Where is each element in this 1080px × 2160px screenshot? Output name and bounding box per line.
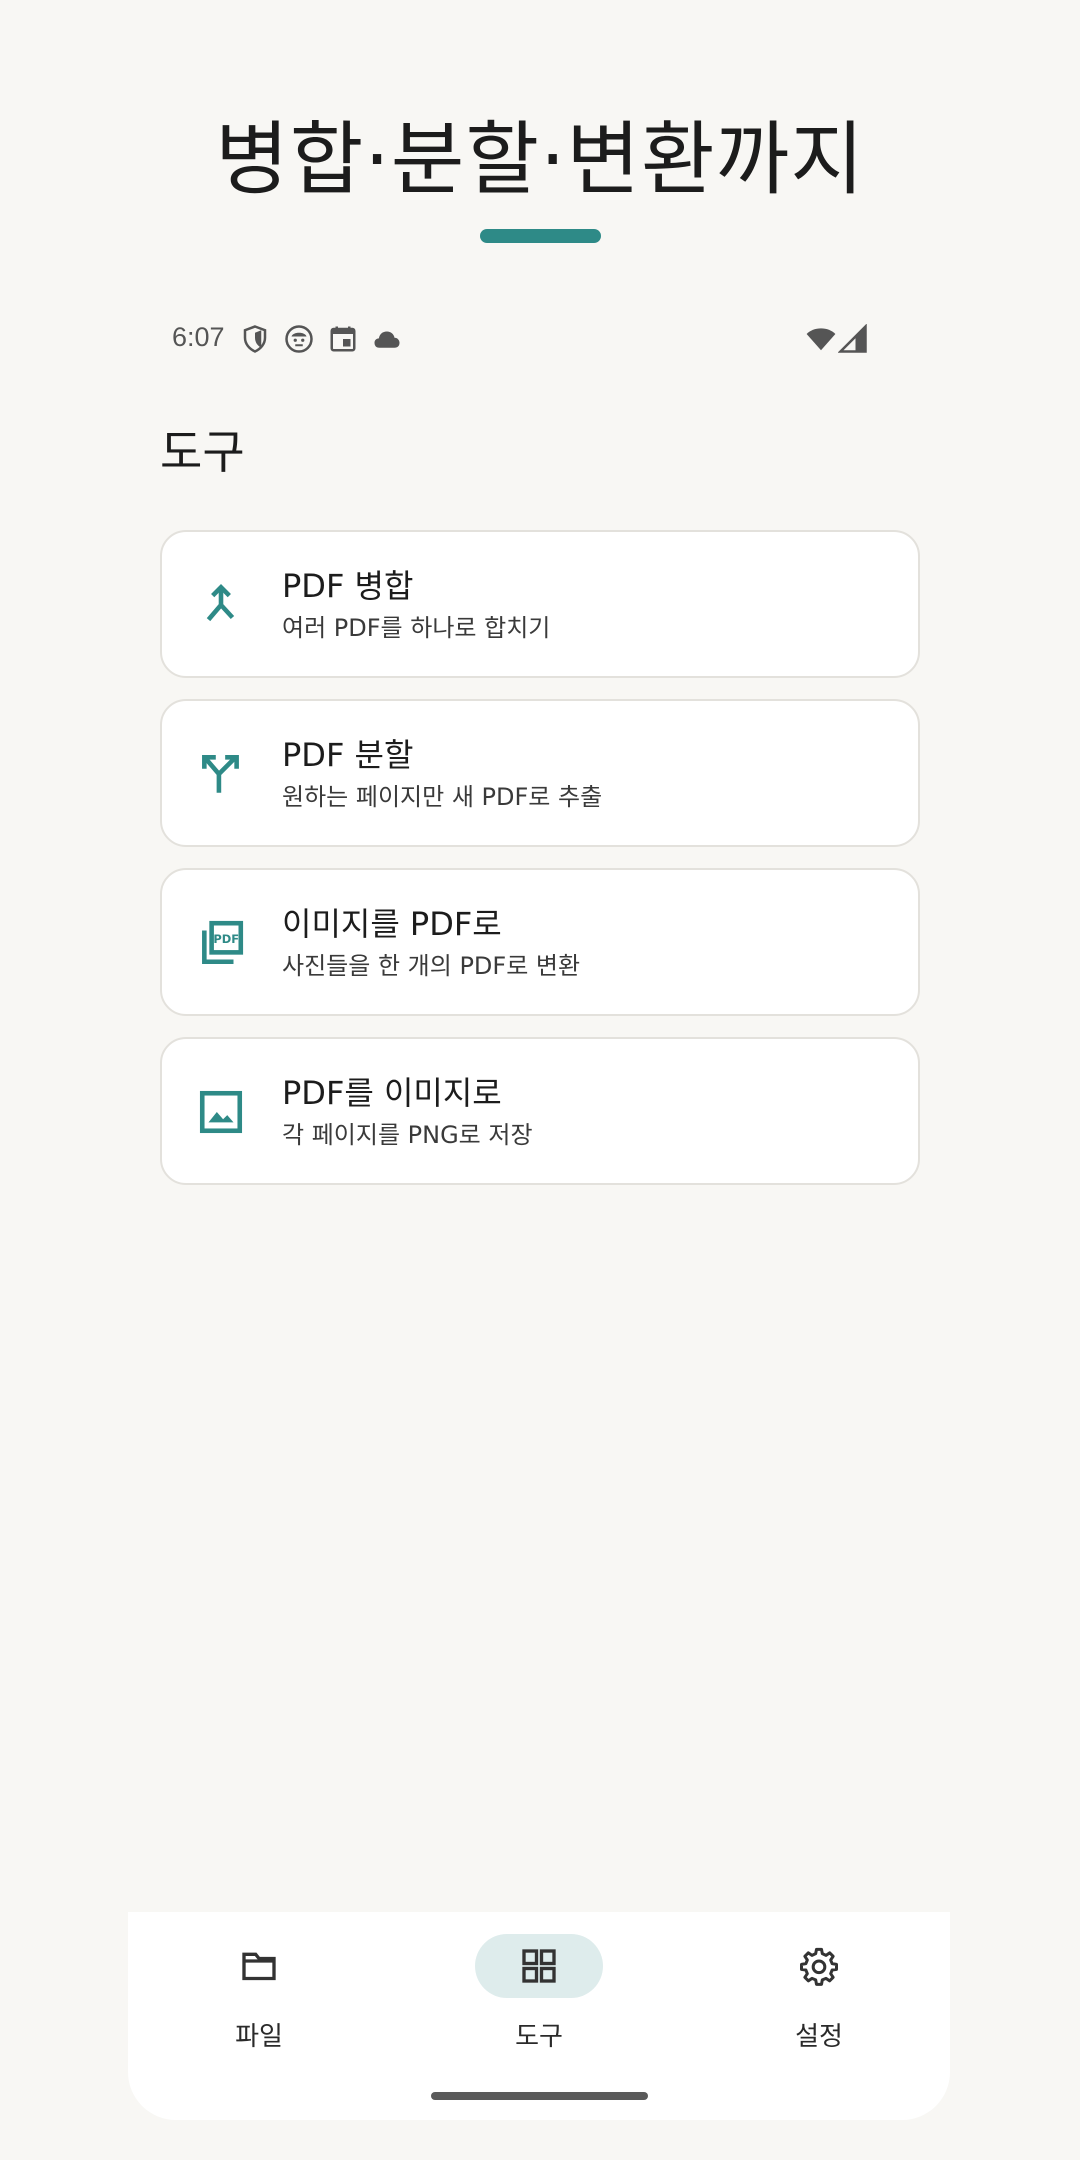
tool-list: PDF 병합 여러 PDF를 하나로 합치기 PDF 분할 원하는 페이지만 새… (160, 530, 920, 1206)
tool-card-pdf-to-image[interactable]: PDF를 이미지로 각 페이지를 PNG로 저장 (160, 1037, 920, 1185)
status-time: 6:07 (172, 322, 225, 352)
wifi-icon (806, 324, 836, 354)
section-title: 도구 (160, 425, 245, 479)
tool-subtitle: 각 페이지를 PNG로 저장 (282, 1121, 533, 1149)
tool-subtitle: 여러 PDF를 하나로 합치기 (282, 614, 551, 642)
calendar-icon (328, 324, 358, 354)
nav-item-settings[interactable]: 설정 (739, 1934, 899, 2054)
tool-card-split[interactable]: PDF 분할 원하는 페이지만 새 PDF로 추출 (160, 699, 920, 847)
image-icon (196, 1087, 246, 1137)
tool-subtitle: 원하는 페이지만 새 PDF로 추출 (282, 783, 603, 811)
bottom-navigation: 파일 도구 설정 (128, 1912, 950, 2120)
face-icon (284, 324, 314, 354)
tool-card-image-to-pdf[interactable]: PDF 이미지를 PDF로 사진들을 한 개의 PDF로 변환 (160, 868, 920, 1016)
nav-label: 파일 (235, 2022, 283, 2052)
nav-label: 도구 (515, 2022, 563, 2052)
tool-title: 이미지를 PDF로 (282, 905, 502, 943)
nav-icon-container (475, 1934, 603, 1998)
banner-title: 병합·분할·변환까지 (215, 113, 865, 206)
image-to-pdf-icon: PDF (196, 918, 246, 968)
folder-icon (242, 1952, 276, 1981)
nav-item-tools[interactable]: 도구 (459, 1934, 619, 2054)
tool-title: PDF를 이미지로 (282, 1074, 502, 1112)
tool-title: PDF 병합 (282, 567, 414, 605)
nav-item-files[interactable]: 파일 (179, 1934, 339, 2054)
shield-icon (240, 324, 270, 354)
gear-icon (800, 1947, 838, 1986)
split-icon (196, 749, 246, 799)
tool-subtitle: 사진들을 한 개의 PDF로 변환 (282, 952, 581, 980)
screen: 병합·분할·변환까지 6:07 도구 PDF 병합 여러 PDF를 하나로 합치… (0, 0, 1080, 2160)
merge-icon (196, 580, 246, 630)
home-indicator[interactable] (431, 2092, 648, 2100)
svg-text:PDF: PDF (213, 932, 239, 946)
nav-icon-container (755, 1934, 883, 1998)
signal-icon (838, 324, 868, 354)
banner-underline (480, 229, 601, 243)
tool-title: PDF 분할 (282, 736, 414, 774)
grid-icon (522, 1949, 556, 1983)
status-bar: 6:07 (172, 320, 868, 360)
nav-icon-container (195, 1934, 323, 1998)
tool-card-merge[interactable]: PDF 병합 여러 PDF를 하나로 합치기 (160, 530, 920, 678)
nav-label: 설정 (795, 2022, 843, 2052)
cloud-icon (372, 324, 402, 354)
